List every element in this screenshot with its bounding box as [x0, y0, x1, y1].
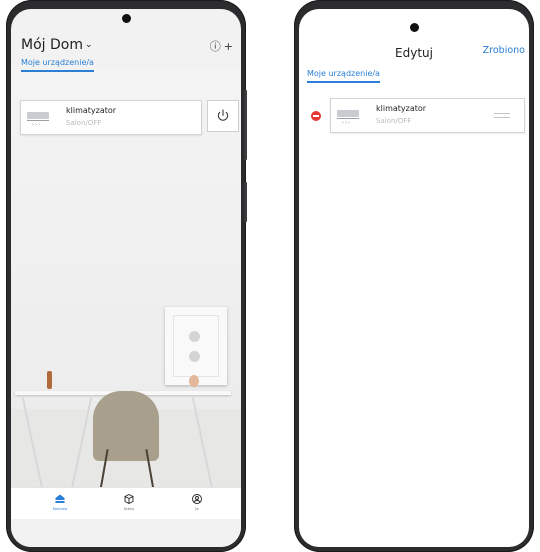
device-card[interactable]: ››› klimatyzator Salon/OFF [20, 100, 202, 135]
tab-my-devices[interactable]: Moje urządzenie/a [21, 58, 94, 72]
vase [47, 371, 52, 389]
system-bar [11, 519, 241, 547]
plus-icon[interactable]: + [224, 40, 233, 53]
tab-label: Moje urządzenie/a [307, 69, 380, 78]
airflow-icon: ››› [32, 122, 41, 128]
tab-underline [307, 81, 380, 83]
picture-frame [165, 307, 227, 385]
user-icon [192, 494, 202, 504]
nav-item-control[interactable]: Kontrola [40, 493, 80, 511]
front-camera [409, 23, 419, 32]
edit-screen: Edytuj Zrobiono Moje urządzenie/a ››› kl… [299, 9, 529, 547]
question-circle-icon[interactable]: ⓘ [210, 40, 221, 53]
device-card[interactable]: ››› klimatyzator Salon/OFF [330, 98, 525, 133]
phone-edit: Edytuj Zrobiono Moje urządzenie/a ››› kl… [294, 0, 534, 552]
plant-pot [189, 375, 199, 387]
device-status: Salon/OFF [376, 117, 412, 125]
power-side-button [244, 182, 247, 222]
home-icon [55, 494, 65, 503]
cube-icon [124, 494, 134, 504]
airflow-icon: ››› [342, 120, 351, 126]
delete-device-button[interactable] [311, 111, 321, 121]
home-title[interactable]: Mój Dom ⌄ [21, 37, 93, 53]
device-status: Salon/OFF [66, 119, 102, 127]
power-icon [217, 109, 229, 121]
power-button[interactable] [207, 100, 239, 132]
bottom-nav: Kontrola Sceny Ja [11, 487, 241, 520]
tab-label: Moje urządzenie/a [21, 58, 94, 67]
volume-button [244, 90, 247, 160]
drag-handle-icon[interactable] [494, 113, 510, 119]
tab-underline [21, 70, 94, 72]
tab-my-devices[interactable]: Moje urządzenie/a [307, 69, 380, 83]
device-name: klimatyzator [66, 106, 117, 115]
air-conditioner-icon [27, 112, 49, 121]
air-conditioner-icon [337, 110, 359, 119]
chevron-down-icon: ⌄ [84, 40, 93, 50]
phone-home: Mój Dom ⌄ ⓘ + Moje urządzenie/a ››› klimat… [6, 0, 247, 552]
nav-item-scenes[interactable]: Sceny [109, 493, 149, 511]
header-icons: ⓘ + [207, 38, 233, 54]
home-screen: Mój Dom ⌄ ⓘ + Moje urządzenie/a ››› klimat… [11, 9, 241, 547]
nav-item-me[interactable]: Ja [177, 493, 217, 511]
chair [93, 391, 159, 461]
device-name: klimatyzator [376, 104, 427, 113]
front-camera [121, 14, 131, 23]
done-button[interactable]: Zrobiono [483, 45, 525, 56]
